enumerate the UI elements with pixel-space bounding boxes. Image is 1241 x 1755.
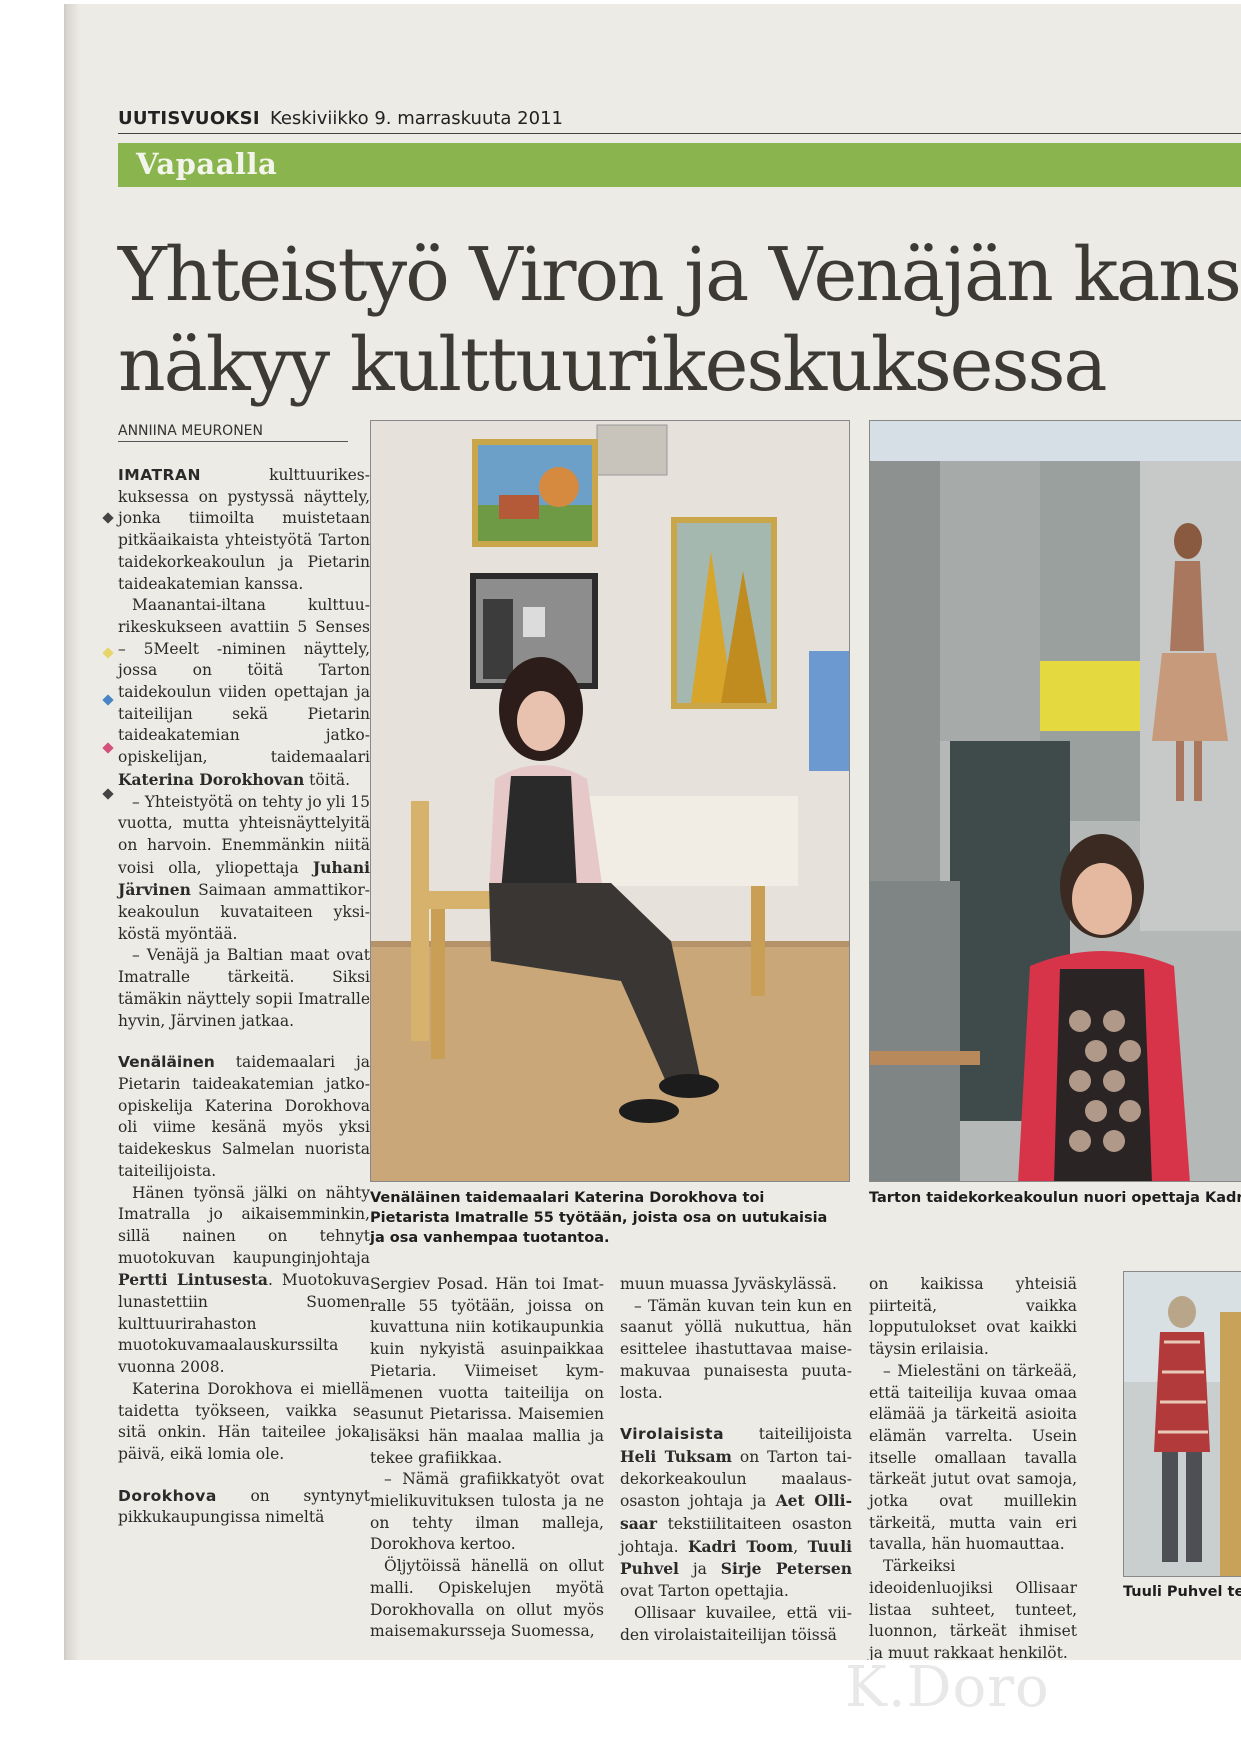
easel-photo-illustration	[1124, 1272, 1241, 1576]
paragraph: – Tämän kuvan tein kun en saanut yöllä n…	[620, 1296, 852, 1402]
registration-mark	[102, 694, 114, 706]
byline: ANNIINA MEURONEN	[118, 423, 348, 442]
issue-date: Keskiviikko 9. marraskuuta 2011	[269, 108, 563, 129]
person-name: Heli Tuksam	[620, 1446, 732, 1466]
headline-line-2: näkyy kulttuurikeskuksessa	[118, 322, 1108, 408]
paragraph: Öljytöissä hänellä on ollut malli. Opisk…	[370, 1557, 604, 1641]
paragraph-text: ja	[678, 1560, 721, 1579]
person-name: Pertti Lintusesta	[118, 1270, 268, 1290]
newspaper-page: UUTISVUOKSI Keskiviikko 9. marraskuuta 2…	[64, 4, 1241, 1660]
paragraph: muun muassa Jyväskylässä.	[620, 1275, 837, 1293]
person-name: Kadri Toom	[688, 1536, 794, 1556]
photo-artist-at-easel	[1123, 1271, 1241, 1577]
registration-mark	[102, 788, 114, 800]
photo-teacher-with-art	[869, 420, 1241, 1182]
gallery-photo-illustration	[371, 421, 849, 1181]
paragraph-text: Maanantai-iltana kulttuu­rikeskukseen av…	[118, 596, 370, 767]
paragraph: – Mielestäni on tärkeää, et­tä taiteilij…	[869, 1361, 1077, 1554]
article-column-1: IMATRAN kulttuurikes­kuksessa on pystyss…	[118, 465, 370, 1529]
lead-word: Venäläinen	[118, 1053, 215, 1072]
artist-name: Katerina Dorokhovan	[118, 769, 305, 789]
lead-word: IMATRAN	[118, 466, 201, 484]
paragraph-text: taiteilijoista	[724, 1425, 852, 1444]
registration-mark	[102, 512, 114, 524]
masthead: UUTISVUOKSI Keskiviikko 9. marraskuuta 2…	[118, 108, 1241, 134]
paragraph-text: taidemaalari ja Pietarin taideakatemian …	[118, 1053, 370, 1180]
scan-edge	[66, 4, 80, 1660]
paragraph: – Nämä grafiikkatyöt ovat mielikuvitukse…	[370, 1470, 604, 1554]
paragraph: – Venäjä ja Baltian maat ovat Imatralle …	[118, 946, 370, 1030]
photo-3-caption: Tuuli Puhvel tek tarpeettomaksi materiaa…	[1123, 1584, 1241, 1600]
registration-mark	[102, 742, 114, 754]
photo-artist-in-gallery	[370, 420, 850, 1182]
watermark-signature: K.Doro	[845, 1655, 1050, 1720]
paragraph-text: kulttuurikes­kuksessa on pystyssä näyt­t…	[118, 466, 370, 593]
registration-mark	[102, 647, 114, 659]
paragraph-text: ovat Tarton opettajia.	[620, 1582, 789, 1601]
paragraph: Katerina Dorokhova ei miellä taidetta ty…	[118, 1379, 370, 1463]
paragraph-text: töi­tä.	[304, 770, 351, 789]
paragraph-text: Hänen työnsä jälki on näh­ty Imatralla j…	[118, 1183, 370, 1267]
teacher-photo-illustration	[870, 421, 1241, 1181]
article-headline: Yhteistyö Viron ja Venäjän kans näkyy ku…	[118, 230, 1241, 410]
section-banner: Vapaalla	[118, 143, 1241, 187]
paragraph: Tärkeiksi ideoidenluojiksi Ollisaar list…	[869, 1557, 1077, 1660]
lead-word: Dorokhova	[118, 1486, 217, 1505]
person-name: Sirje Petersen	[720, 1559, 852, 1579]
paragraph: Sergiev Posad. Hän toi Imat­ralle 55 työ…	[370, 1275, 604, 1467]
paragraph: on kaikissa yhteisiä piirteitä, vaikka l…	[869, 1275, 1077, 1359]
paragraph: Ollisaar kuvailee, että vii­den virolais…	[620, 1603, 852, 1644]
lead-word: Virolaisista	[620, 1425, 725, 1444]
article-column-4: on kaikissa yhteisiä piirteitä, vaikka l…	[869, 1274, 1077, 1660]
newspaper-name: UUTISVUOKSI	[118, 108, 260, 129]
article-column-2: Sergiev Posad. Hän toi Imat­ralle 55 työ…	[370, 1274, 604, 1643]
article-column-3: muun muassa Jyväskylässä. – Tämän kuvan …	[620, 1274, 852, 1646]
photo-1-caption: Venäläinen taidemaalari Katerina Dorokho…	[370, 1190, 828, 1246]
photo-2-caption: Tarton taidekorkeakoulun nuori opettaja …	[869, 1190, 1241, 1206]
headline-line-1: Yhteistyö Viron ja Venäjän kans	[118, 232, 1241, 318]
paragraph-text: ,	[793, 1537, 808, 1556]
